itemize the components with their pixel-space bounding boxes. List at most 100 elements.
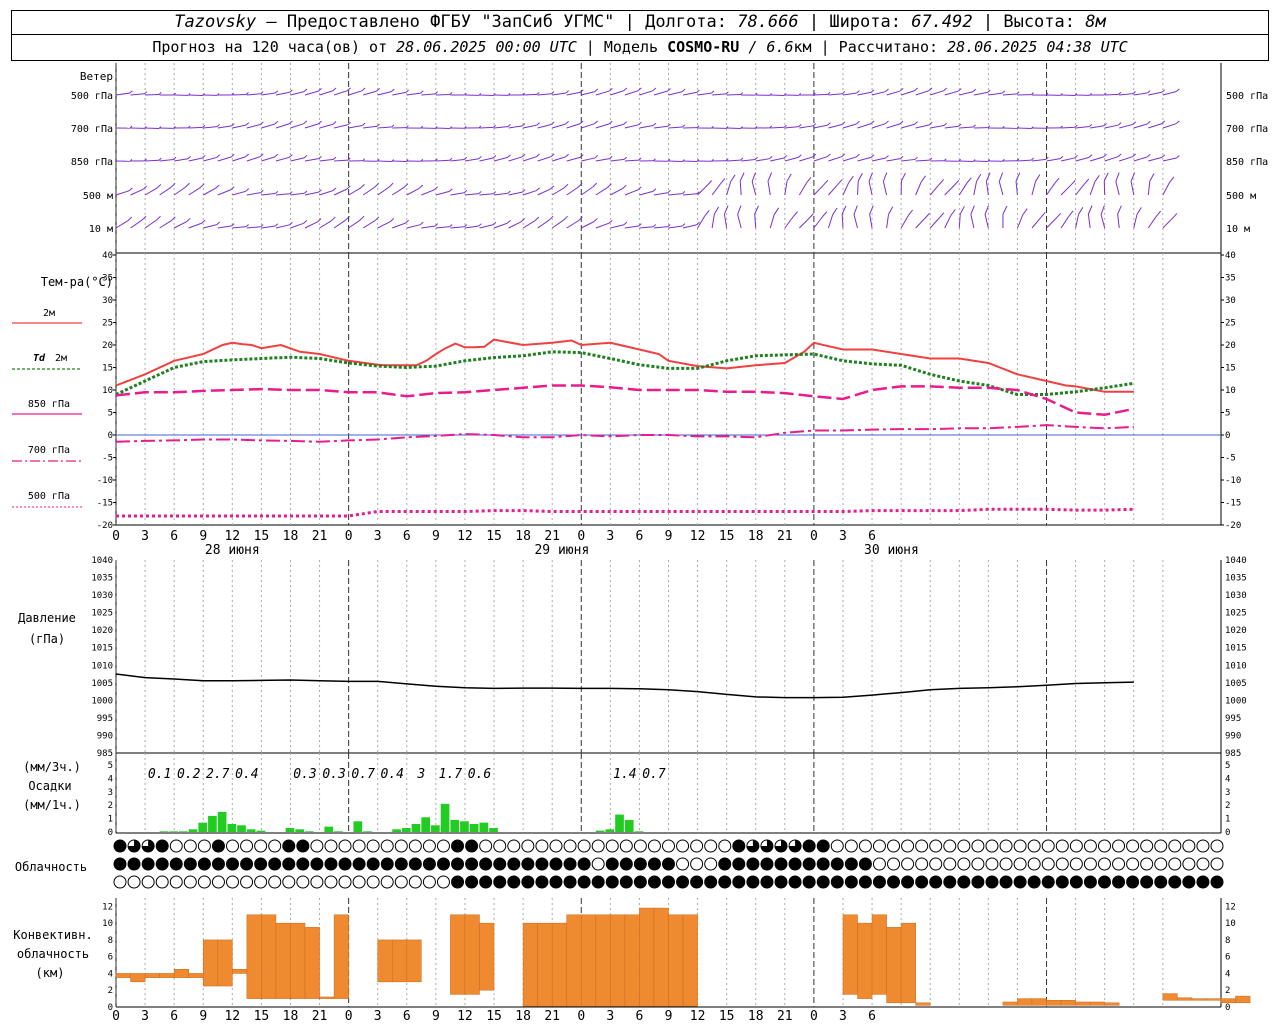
wind-barb-shaft bbox=[392, 222, 406, 229]
wind-barb-shaft bbox=[1148, 91, 1163, 96]
wind-barb-shaft bbox=[130, 93, 145, 96]
wind-barb-flag bbox=[1001, 90, 1006, 94]
wind-barb-shaft bbox=[915, 90, 930, 96]
wind-barb-shaft bbox=[900, 123, 915, 129]
temp-x-tick-label: 12 bbox=[224, 529, 240, 544]
cloud-symbol bbox=[1126, 875, 1140, 889]
wind-barb-shaft bbox=[915, 159, 930, 162]
wind-barb-flag bbox=[303, 120, 308, 125]
wind-barb-shaft bbox=[523, 124, 537, 129]
cloud-symbol bbox=[296, 857, 310, 871]
wind-barb-shaft bbox=[842, 92, 857, 96]
conv-x-tick-label: 3 bbox=[606, 1009, 614, 1024]
cloud-symbol bbox=[282, 839, 296, 853]
wind-barb-flag bbox=[507, 124, 511, 127]
temp-tick-label-left: -15 bbox=[97, 499, 113, 509]
wind-barb-flag bbox=[359, 215, 365, 221]
wind-barb-shaft bbox=[1162, 182, 1170, 196]
wind-barb-shaft bbox=[610, 224, 625, 229]
precip-unit-1h: (мм/1ч.) bbox=[23, 798, 81, 812]
cloud-symbol bbox=[605, 875, 619, 889]
wind-barb-shaft bbox=[450, 192, 465, 196]
conv-bar bbox=[886, 927, 902, 1004]
cloud-symbol bbox=[788, 875, 802, 889]
wind-barb-flag bbox=[608, 219, 613, 224]
legend-2m-label: 2м bbox=[43, 308, 55, 319]
conv-x-tick-label: 15 bbox=[486, 1009, 502, 1024]
cloud-symbol bbox=[113, 857, 127, 871]
wind-barb-shaft bbox=[392, 91, 407, 96]
wind-level-label-left: 500 гПа bbox=[71, 91, 113, 102]
wind-barb-flag bbox=[622, 184, 627, 189]
cloud-symbol bbox=[915, 857, 929, 871]
wind-barb-shaft bbox=[610, 188, 623, 196]
cloud-symbol bbox=[493, 875, 507, 889]
wind-barb-flag bbox=[711, 90, 715, 94]
wind-barb-shaft bbox=[726, 181, 732, 196]
wind-barb-flag bbox=[578, 216, 583, 221]
wind-barb-shaft bbox=[653, 226, 668, 229]
wind-barb-shaft bbox=[450, 226, 465, 229]
cloud-symbol bbox=[366, 857, 380, 871]
wind-barb-shaft bbox=[552, 156, 566, 162]
wind-level-label-right: 10 м bbox=[1226, 224, 1250, 235]
cloud-symbol bbox=[1027, 875, 1041, 889]
wind-barb-flag bbox=[565, 90, 569, 94]
wind-barb-flag bbox=[245, 122, 250, 126]
cloud-symbol bbox=[479, 857, 493, 871]
wind-barb-flag bbox=[667, 190, 671, 194]
wind-barb-flag bbox=[362, 122, 366, 126]
conv-x-tick-label: 6 bbox=[868, 1009, 876, 1024]
pressure-tick-label-left: 1010 bbox=[91, 661, 113, 671]
wind-barb-shaft bbox=[333, 188, 348, 196]
temp-tick-label-left: -5 bbox=[102, 454, 113, 464]
cloud-symbol bbox=[436, 857, 450, 871]
cloud-symbol bbox=[858, 857, 872, 871]
wind-barb-flag bbox=[260, 91, 264, 95]
wind-barb-flag bbox=[536, 91, 540, 95]
precip-bar bbox=[440, 803, 450, 832]
wind-barb-flag bbox=[274, 223, 279, 227]
cloud-symbol bbox=[999, 857, 1013, 871]
conv-x-tick-label: 21 bbox=[312, 1009, 328, 1024]
wind-barb-shaft bbox=[871, 123, 886, 129]
precip-bar bbox=[285, 827, 295, 832]
wind-barb-shaft bbox=[1162, 123, 1177, 129]
conv-bar bbox=[479, 922, 495, 991]
wind-barb-shaft bbox=[723, 214, 728, 229]
cloud-symbol bbox=[901, 875, 915, 889]
wind-barb-shaft bbox=[319, 190, 334, 196]
temp-tick-label-right: 35 bbox=[1225, 274, 1236, 284]
wind-barb-flag bbox=[837, 179, 843, 185]
wind-barb-shaft bbox=[290, 123, 304, 129]
cloud-symbol bbox=[169, 875, 183, 889]
wind-barb-flag bbox=[216, 124, 220, 128]
cloud-symbol bbox=[197, 839, 211, 853]
pressure-tick-label-right: 1010 bbox=[1225, 661, 1247, 671]
pressure-tick-label-right: 1015 bbox=[1225, 644, 1247, 654]
cloud-symbol bbox=[1055, 839, 1069, 853]
wind-barb-shaft bbox=[203, 156, 217, 162]
conv-tick-label-left: 2 bbox=[108, 986, 113, 996]
wind-barb-shaft bbox=[624, 124, 639, 129]
wind-barb-shaft bbox=[1017, 159, 1032, 162]
conv-bar bbox=[1046, 1000, 1062, 1006]
wind-barb-flag bbox=[593, 218, 598, 223]
wind-barb-shaft bbox=[1087, 214, 1091, 229]
conv-bar bbox=[290, 922, 306, 999]
wind-barb-shaft bbox=[799, 125, 814, 129]
wind-barb-shaft bbox=[639, 190, 654, 196]
wind-barb-shaft bbox=[1046, 217, 1057, 229]
wind-barb-shaft bbox=[886, 158, 901, 162]
wind-barb-shaft bbox=[319, 90, 334, 96]
wind-barb-flag bbox=[972, 124, 976, 128]
wind-barb-flag bbox=[478, 155, 482, 160]
temp-x-tick-label: 0 bbox=[577, 529, 585, 544]
wind-barb-flag bbox=[885, 120, 889, 125]
wind-barb-shaft bbox=[159, 159, 174, 162]
temp-x-tick-label: 9 bbox=[199, 529, 207, 544]
cloud-symbol bbox=[549, 839, 563, 853]
wind-barb-shaft bbox=[595, 158, 610, 162]
cloud-symbol bbox=[1182, 839, 1196, 853]
cloud-symbol bbox=[1069, 839, 1083, 853]
